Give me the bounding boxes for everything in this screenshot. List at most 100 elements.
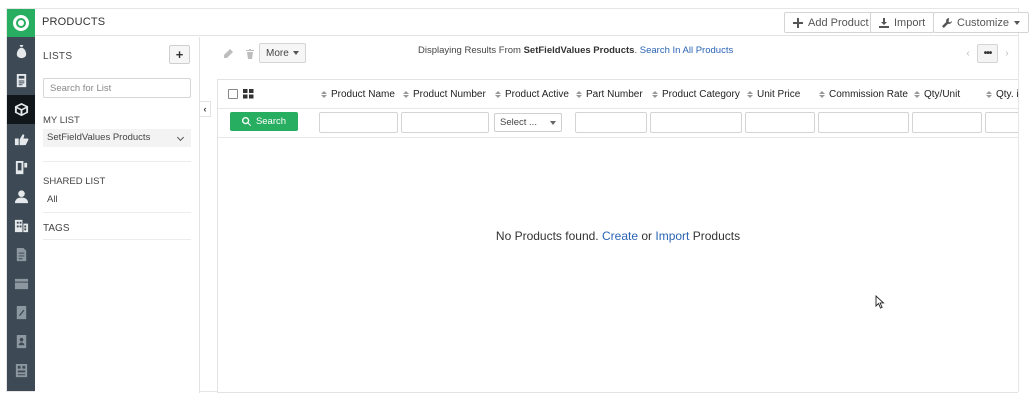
filter-product-active-select[interactable]: Select ... [494, 113, 562, 132]
grid-search-button[interactable]: Search [230, 112, 298, 131]
col-qty-in[interactable]: Qty. in [986, 89, 1018, 100]
wallet-icon[interactable] [7, 269, 35, 298]
customize-label: Customize [957, 16, 1009, 29]
more-label: More [266, 47, 289, 59]
page-title: PRODUCTS [42, 16, 106, 28]
import-button[interactable]: Import [870, 12, 935, 33]
document-icon[interactable] [7, 240, 35, 269]
page-options-button[interactable]: ••• [977, 44, 998, 63]
mouse-cursor-icon [875, 295, 885, 309]
collapse-panel-toggle[interactable]: ‹ [200, 101, 211, 117]
chevron-down-icon [1013, 20, 1020, 25]
pagination: ‹ ••• › [961, 43, 1014, 64]
select-all-checkbox[interactable] [228, 89, 238, 99]
app-logo-icon[interactable] [7, 9, 35, 37]
chevron-down-icon [176, 133, 185, 142]
products-icon[interactable] [7, 95, 35, 124]
grid-filter-row: Search Select ... [218, 109, 1018, 138]
col-product-category[interactable]: Product Category [652, 89, 740, 100]
filter-unit-price[interactable] [745, 112, 815, 133]
sort-icon [495, 91, 501, 98]
col-product-active[interactable]: Product Active [495, 89, 569, 100]
sort-icon [819, 91, 825, 98]
next-page-icon[interactable]: › [1000, 44, 1014, 63]
import-products-link[interactable]: Import [655, 229, 689, 243]
edit-icon[interactable] [223, 49, 233, 59]
app-frame: PRODUCTS Add Product Import Customize LI… [6, 8, 1029, 393]
company-icon[interactable] [7, 211, 35, 240]
import-label: Import [894, 16, 926, 29]
sort-icon [914, 91, 920, 98]
id-card-icon[interactable] [7, 66, 35, 95]
divider [43, 239, 191, 240]
add-list-button[interactable]: + [169, 45, 190, 64]
sort-icon [576, 91, 582, 98]
prev-page-icon[interactable]: ‹ [961, 44, 975, 63]
results-summary: Displaying Results From SetFieldValues P… [418, 45, 733, 56]
deals-icon[interactable] [7, 124, 35, 153]
grid-view-icon[interactable] [243, 89, 254, 99]
col-product-name[interactable]: Product Name [321, 89, 395, 100]
chevron-down-icon [550, 120, 556, 125]
sort-icon [986, 91, 992, 98]
filter-qty-in[interactable] [985, 112, 1018, 133]
divider [43, 212, 191, 213]
main-content: More Displaying Results From SetFieldVal… [211, 37, 1018, 393]
empty-middle: or [641, 229, 653, 243]
add-product-label: Add Product [808, 16, 869, 29]
tags-label: TAGS [43, 223, 70, 234]
col-part-number[interactable]: Part Number [576, 89, 643, 100]
phone-icon[interactable] [7, 153, 35, 182]
my-list-item[interactable]: SetFieldValues Products [43, 129, 191, 147]
address-book-icon[interactable] [7, 327, 35, 356]
filter-part-number[interactable] [575, 112, 647, 133]
sort-icon [652, 91, 658, 98]
products-grid: Product Name Product Number Product Acti… [217, 79, 1018, 393]
sort-icon [321, 91, 327, 98]
grid-header-row: Product Name Product Number Product Acti… [218, 80, 1018, 109]
results-list-name: SetFieldValues Products [523, 45, 635, 56]
col-qty-unit[interactable]: Qty/Unit [914, 89, 960, 100]
search-icon [241, 117, 251, 126]
contact-icon[interactable] [7, 182, 35, 211]
lists-panel: LISTS + MY LIST SetFieldValues Products … [35, 37, 200, 393]
my-list-label: MY LIST [43, 115, 80, 126]
results-suffix: . [634, 45, 638, 56]
col-commission-rate[interactable]: Commission Rate [819, 89, 908, 100]
list-search-input[interactable] [43, 78, 191, 98]
search-all-products-link[interactable]: Search In All Products [640, 45, 733, 56]
page-header: PRODUCTS Add Product Import Customize [35, 9, 1029, 36]
shared-list-label: SHARED LIST [43, 176, 106, 187]
filter-select-value: Select ... [500, 117, 537, 128]
download-icon [879, 17, 889, 28]
divider [43, 161, 191, 162]
wrench-icon [942, 17, 952, 28]
sort-icon [403, 91, 409, 98]
more-button[interactable]: More [259, 43, 306, 63]
results-prefix: Displaying Results From [418, 45, 521, 56]
create-product-link[interactable]: Create [602, 229, 638, 243]
add-product-button[interactable]: Add Product [784, 12, 878, 33]
filter-product-category[interactable] [650, 112, 742, 133]
shared-list-item[interactable]: All [47, 194, 58, 205]
money-bag-icon[interactable] [7, 37, 35, 66]
sort-icon [747, 91, 753, 98]
chevron-down-icon [292, 51, 299, 55]
my-list-item-label: SetFieldValues Products [47, 132, 151, 143]
icon-rail [7, 9, 35, 391]
customize-button[interactable]: Customize [933, 12, 1029, 33]
col-product-number[interactable]: Product Number [403, 89, 486, 100]
empty-state-message: No Products found. Create or Import Prod… [218, 229, 1018, 243]
col-unit-price[interactable]: Unit Price [747, 89, 800, 100]
plus-icon [793, 17, 803, 28]
report-icon[interactable] [7, 356, 35, 385]
empty-suffix: Products [692, 229, 741, 243]
filter-commission-rate[interactable] [818, 112, 909, 133]
filter-qty-unit[interactable] [912, 112, 982, 133]
empty-prefix: No Products found. [495, 229, 599, 243]
filter-product-number[interactable] [401, 112, 489, 133]
grid-search-label: Search [255, 116, 287, 127]
trash-icon[interactable] [245, 49, 255, 59]
file-icon[interactable] [7, 298, 35, 327]
filter-product-name[interactable] [319, 112, 398, 133]
